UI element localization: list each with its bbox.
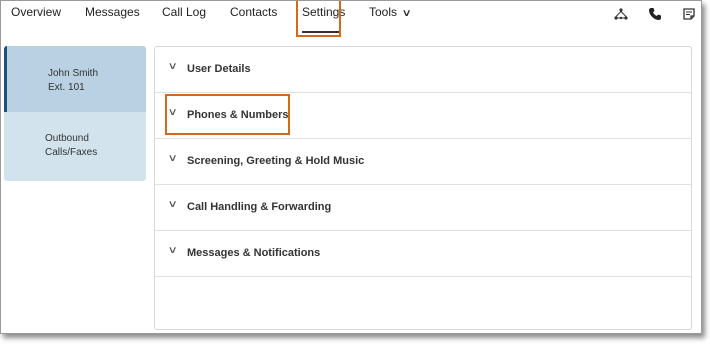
- section-user-details[interactable]: ∨ User Details: [155, 47, 691, 93]
- outbound-line2: Calls/Faxes: [45, 147, 98, 158]
- phone-icon[interactable]: [647, 6, 663, 22]
- section-label: Messages & Notifications: [187, 247, 321, 259]
- section-messages-notifications[interactable]: ∨ Messages & Notifications: [155, 231, 691, 277]
- tab-tools-label: Tools: [369, 5, 398, 19]
- sidebar-item-user[interactable]: John Smith Ext. 101: [4, 46, 146, 112]
- phones-highlight-box: [165, 94, 290, 135]
- tab-overview[interactable]: Overview: [11, 5, 61, 25]
- settings-panel: ∨ User Details ∨ Phones & Numbers ∨ Scre…: [154, 46, 692, 330]
- tab-messages[interactable]: Messages: [85, 5, 140, 25]
- top-navigation: Overview Messages Call Log Contacts Sett…: [1, 1, 701, 41]
- network-icon[interactable]: [613, 6, 629, 22]
- sidebar-item-label: Outbound Calls/Faxes: [45, 132, 97, 160]
- sidebar-item-outbound[interactable]: Outbound Calls/Faxes: [4, 112, 146, 181]
- tab-tools[interactable]: Tools ∨: [369, 5, 412, 25]
- settings-highlight-box: [296, 1, 341, 37]
- chevron-down-icon: ∨: [167, 153, 178, 164]
- chevron-down-icon: ∨: [401, 8, 412, 19]
- section-label: Screening, Greeting & Hold Music: [187, 155, 365, 167]
- chevron-down-icon: ∨: [167, 199, 178, 210]
- sidebar: John Smith Ext. 101 Outbound Calls/Faxes: [4, 46, 146, 181]
- user-name: John Smith: [48, 68, 99, 79]
- chevron-down-icon: ∨: [167, 245, 178, 256]
- chevron-down-icon: ∨: [167, 61, 178, 72]
- section-screening-greeting[interactable]: ∨ Screening, Greeting & Hold Music: [155, 139, 691, 185]
- tab-call-log[interactable]: Call Log: [162, 5, 206, 25]
- tab-contacts[interactable]: Contacts: [230, 5, 277, 25]
- note-icon[interactable]: [681, 6, 697, 22]
- section-label: User Details: [187, 63, 251, 75]
- app-window: Overview Messages Call Log Contacts Sett…: [0, 0, 702, 334]
- section-call-handling[interactable]: ∨ Call Handling & Forwarding: [155, 185, 691, 231]
- section-label: Call Handling & Forwarding: [187, 201, 332, 213]
- sidebar-item-label: John Smith Ext. 101: [48, 67, 98, 95]
- outbound-line1: Outbound: [45, 133, 89, 144]
- user-extension: Ext. 101: [48, 82, 85, 93]
